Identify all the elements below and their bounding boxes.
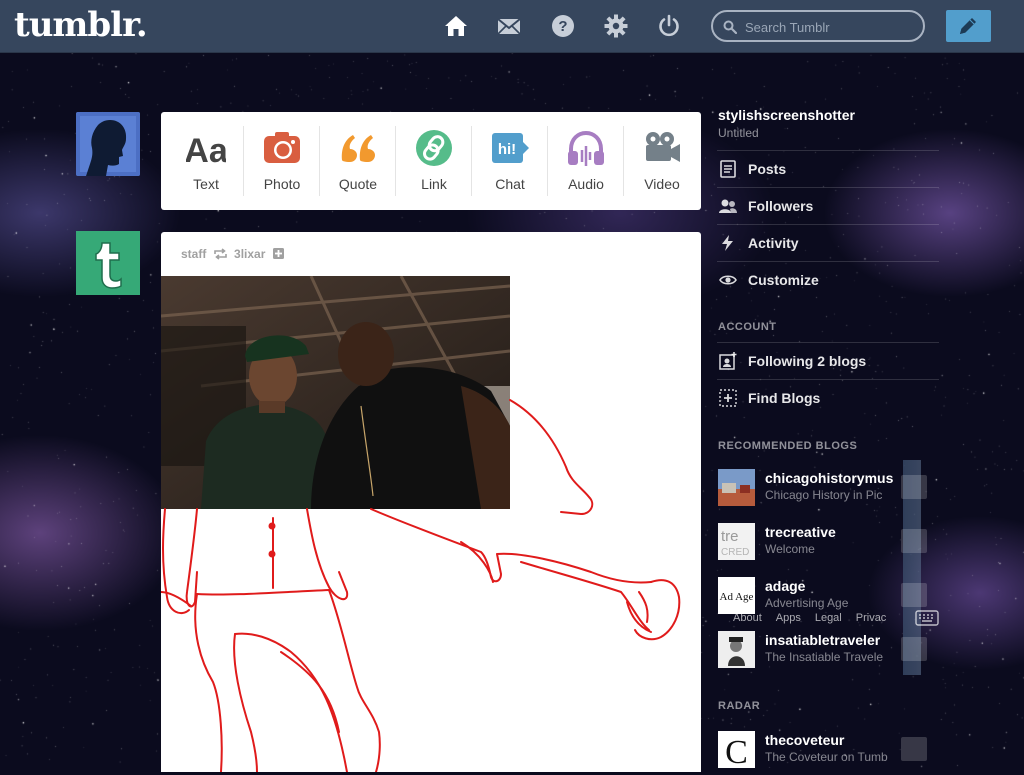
post-type-link[interactable]: Link <box>396 112 472 210</box>
radar-heading: RADAR <box>718 700 761 712</box>
post-type-text[interactable]: Aa Text <box>168 112 244 210</box>
blog-name: chicagohistorymus <box>765 470 894 486</box>
sidebar-item-followers[interactable]: Followers <box>717 187 939 223</box>
right-sidebar: stylishscreenshotter Untitled Posts Foll… <box>717 0 1024 768</box>
svg-text:Ad Age: Ad Age <box>720 591 754 603</box>
post-type-audio[interactable]: Audio <box>548 112 624 210</box>
post-type-quote[interactable]: Quote <box>320 112 396 210</box>
post-type-bar: Aa Text Photo Quote Link hi! Chat Audio … <box>161 112 701 210</box>
post-type-photo[interactable]: Photo <box>244 112 320 210</box>
follow-button[interactable] <box>901 737 927 761</box>
blog-subtitle: Untitled <box>718 126 759 140</box>
blog-name: insatiabletraveler <box>765 632 881 648</box>
dashboard-post: staff 3lixar <box>161 232 701 772</box>
post-type-video[interactable]: Video <box>624 112 700 210</box>
svg-text:CRED: CRED <box>721 547 749 558</box>
staff-avatar[interactable] <box>76 231 140 295</box>
blog-avatar: tre CRED <box>718 523 755 560</box>
follow-button[interactable] <box>901 529 927 553</box>
blog-title: Chicago History in Pic <box>765 488 883 502</box>
blog-avatar <box>718 631 755 668</box>
posts-icon <box>720 160 736 178</box>
follow-button[interactable] <box>901 475 927 499</box>
account-heading: ACCOUNT <box>718 321 777 333</box>
sidebar-item-label: Customize <box>748 272 819 288</box>
gear-icon[interactable] <box>604 14 628 38</box>
sidebar-item-label: Activity <box>748 235 799 251</box>
post-type-label: Link <box>421 176 447 192</box>
svg-text:hi!: hi! <box>498 141 516 158</box>
find-blogs-icon <box>719 389 737 407</box>
blog-avatar: C <box>718 731 755 768</box>
blog-avatar <box>718 469 755 506</box>
blog-name: thecoveteur <box>765 732 845 748</box>
follow-button[interactable] <box>901 583 927 607</box>
blog-title: Welcome <box>765 542 815 556</box>
power-icon[interactable] <box>657 14 681 38</box>
sidebar-item-find-blogs[interactable]: Find Blogs <box>717 379 939 415</box>
blog-title: The Coveteur on Tumb <box>765 750 888 764</box>
blog-name: adage <box>765 578 806 594</box>
sidebar-item-activity[interactable]: Activity <box>717 224 939 260</box>
post-type-label: Quote <box>338 176 378 192</box>
post-type-chat[interactable]: hi! Chat <box>472 112 548 210</box>
blog-name: trecreative <box>765 524 836 540</box>
tumblr-logo[interactable]: tumblr. <box>14 5 148 45</box>
svg-text:Aa: Aa <box>186 132 226 168</box>
svg-text:?: ? <box>558 18 567 35</box>
video-camera-icon <box>646 132 680 162</box>
sidebar-item-customize[interactable]: Customize <box>717 261 939 297</box>
blog-title: The Insatiable Travele <box>765 650 884 664</box>
recommended-heading: RECOMMENDED BLOGS <box>718 440 858 452</box>
mail-icon[interactable] <box>497 14 521 38</box>
user-avatar[interactable] <box>76 112 140 176</box>
following-icon <box>719 352 737 370</box>
follow-button[interactable] <box>901 637 927 661</box>
quote-icon <box>341 135 375 162</box>
blog-title: Advertising Age <box>765 596 849 610</box>
sidebar-item-label: Followers <box>748 198 814 214</box>
link-icon <box>416 130 452 166</box>
sidebar-item-following[interactable]: Following 2 blogs <box>717 342 939 378</box>
sidebar-item-label: Following 2 blogs <box>748 353 867 369</box>
followers-icon <box>719 199 737 213</box>
help-icon[interactable]: ? <box>551 14 575 38</box>
post-type-label: Photo <box>263 176 301 192</box>
blog-name[interactable]: stylishscreenshotter <box>718 107 855 123</box>
post-type-label: Text <box>193 176 219 192</box>
camera-icon <box>264 132 300 163</box>
tumblr-t-icon <box>76 231 140 295</box>
blog-avatar: Ad Age <box>718 577 755 614</box>
avatar-silhouette <box>76 112 140 176</box>
post-type-label: Video <box>644 176 680 192</box>
activity-icon <box>722 235 733 251</box>
headphones-icon <box>568 130 604 166</box>
svg-text:C: C <box>725 734 748 768</box>
sidebar-item-label: Posts <box>748 161 787 177</box>
svg-text:tre: tre <box>721 528 739 545</box>
chat-icon: hi! <box>492 133 529 163</box>
sidebar-item-posts[interactable]: Posts <box>717 150 939 186</box>
sidebar-item-label: Find Blogs <box>748 390 821 406</box>
home-icon[interactable] <box>444 14 468 38</box>
text-icon: Aa <box>186 132 226 168</box>
post-type-label: Audio <box>568 176 604 192</box>
red-doodle-drawing <box>161 399 681 772</box>
eye-icon <box>719 275 737 285</box>
post-type-label: Chat <box>495 176 525 192</box>
